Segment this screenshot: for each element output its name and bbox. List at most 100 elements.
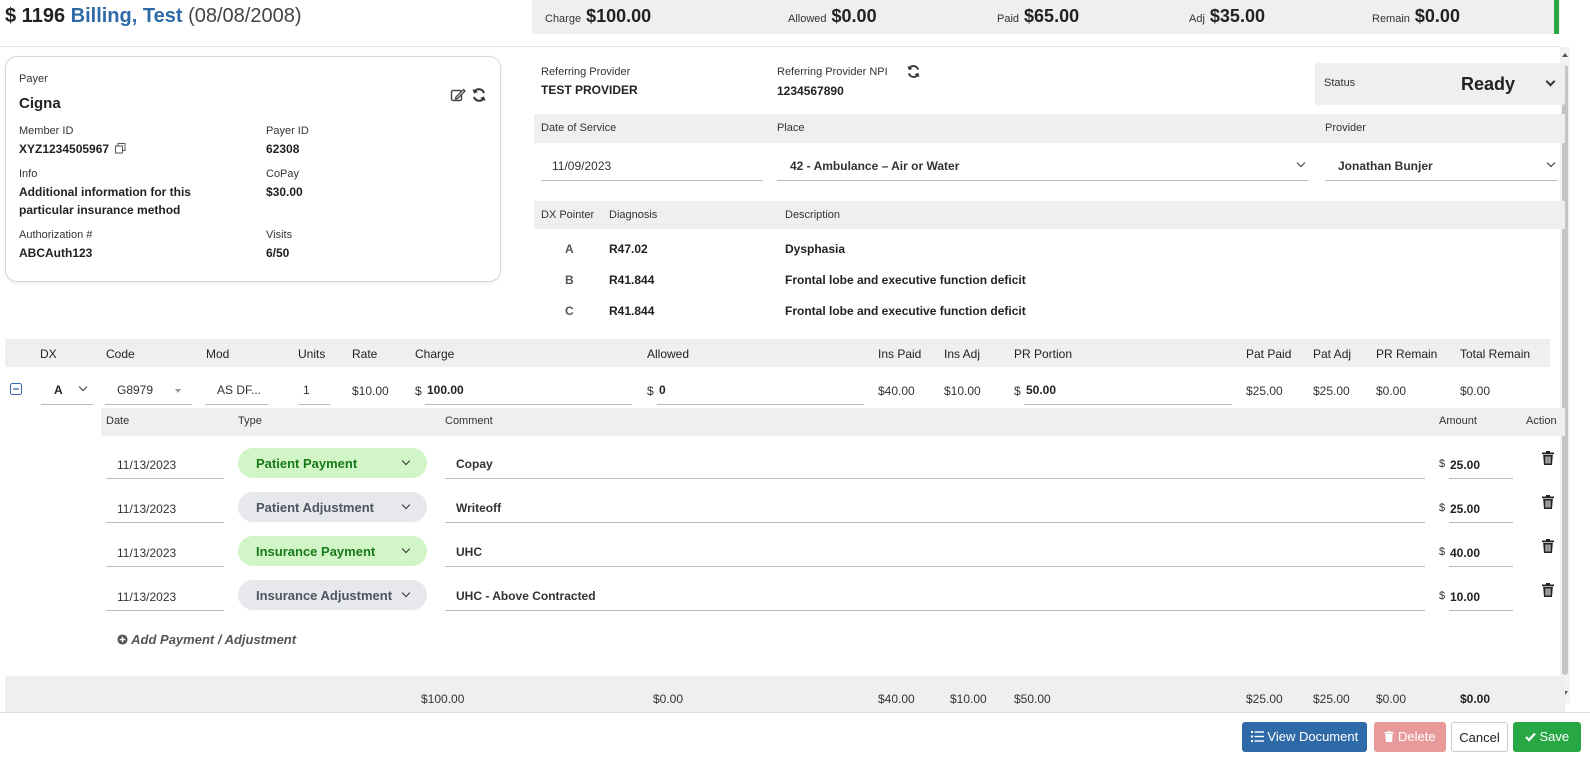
payments-header — [101, 408, 1565, 436]
payment-date-field[interactable]: 11/13/2023 — [106, 532, 224, 567]
view-document-button[interactable]: View Document — [1242, 722, 1367, 752]
code-select[interactable]: G8979 — [105, 376, 192, 405]
dx-select[interactable]: A — [41, 376, 93, 405]
save-label: Save — [1539, 729, 1570, 744]
payment-type-select[interactable]: Patient Adjustment — [238, 492, 427, 522]
referring-npi-label: Referring Provider NPI — [777, 66, 888, 78]
payment-amount-field[interactable]: 40.00 — [1449, 532, 1513, 567]
charge-field[interactable]: 100.00 — [425, 376, 632, 405]
payment-amount-field[interactable]: 25.00 — [1449, 444, 1513, 479]
trash-icon[interactable] — [1542, 451, 1554, 465]
allowed-field[interactable]: 0 — [657, 376, 864, 405]
view-document-label: View Document — [1267, 729, 1359, 744]
scrollbar-thumb[interactable] — [1562, 65, 1568, 675]
status-select[interactable]: Status Ready — [1315, 63, 1565, 105]
dx-pointer: C — [565, 304, 574, 318]
payment-date-field[interactable]: 11/13/2023 — [106, 488, 224, 523]
payment-amount-prefix: $ — [1439, 502, 1446, 514]
trash-icon[interactable] — [1542, 583, 1554, 597]
header-rate: Rate — [352, 347, 378, 361]
summary-accent — [1554, 0, 1559, 34]
npi-refresh-icon[interactable] — [906, 64, 921, 79]
payer-id-label: Payer ID — [266, 125, 309, 137]
info-line-1: Additional information for this — [19, 185, 191, 199]
payment-amount-header: Amount — [1439, 415, 1477, 427]
total-ins-adj: $10.00 — [950, 692, 987, 706]
payment-date-field[interactable]: 11/13/2023 — [106, 576, 224, 611]
patient-name-link[interactable]: Billing, Test — [71, 5, 183, 27]
payment-amount-field[interactable]: 25.00 — [1449, 488, 1513, 523]
payment-amount-prefix: $ — [1439, 590, 1446, 602]
units-field[interactable]: 1 — [298, 376, 330, 405]
payment-type-select[interactable]: Insurance Payment — [238, 536, 427, 566]
edit-icon[interactable] — [450, 87, 466, 103]
payment-comment-field[interactable]: Writeoff — [445, 488, 1425, 523]
copy-icon[interactable] — [115, 143, 126, 154]
payment-amount-field[interactable]: 10.00 — [1449, 576, 1513, 611]
header-divider — [0, 46, 1560, 47]
place-value: 42 - Ambulance – Air or Water — [790, 159, 960, 173]
total-pr-remain: $0.00 — [1376, 692, 1407, 706]
payment-date-field[interactable]: 11/13/2023 — [106, 444, 224, 479]
scrollbar-track[interactable] — [1560, 47, 1570, 703]
payment-amount: 40.00 — [1450, 546, 1481, 560]
header-ins-adj: Ins Adj — [944, 347, 981, 361]
diagnosis-header-label: Diagnosis — [609, 209, 658, 221]
trash-icon[interactable] — [1542, 539, 1554, 553]
summary-label: Allowed — [788, 13, 827, 25]
chevron-down-icon — [401, 456, 411, 466]
payment-comment-field[interactable]: Copay — [445, 444, 1425, 479]
summary-label: Adj — [1189, 13, 1205, 25]
payment-comment-field[interactable]: UHC - Above Contracted — [445, 576, 1425, 611]
patient-id: $ 1196 — [5, 5, 66, 27]
pat-paid-value: $25.00 — [1246, 384, 1283, 398]
charge-value: 100.00 — [427, 383, 464, 397]
dos-label: Date of Service — [541, 122, 617, 134]
total-allowed: $0.00 — [653, 692, 684, 706]
allowed-prefix: $ — [647, 384, 654, 398]
plus-circle-icon — [117, 634, 128, 645]
patient-dob: (08/08/2008) — [188, 5, 302, 27]
add-payment-label: Add Payment / Adjustment — [131, 632, 297, 647]
mod-field[interactable]: AS DF... — [205, 376, 268, 405]
summary-label: Remain — [1372, 13, 1410, 25]
collapse-icon[interactable] — [10, 383, 22, 395]
payment-date: 11/13/2023 — [117, 458, 177, 472]
payment-comment: UHC — [456, 545, 482, 559]
payment-type-select[interactable]: Patient Payment — [238, 448, 427, 478]
place-label: Place — [777, 122, 805, 134]
payment-comment-field[interactable]: UHC — [445, 532, 1425, 567]
delete-button[interactable]: Delete — [1374, 722, 1446, 752]
provider-value: Jonathan Bunjer — [1338, 159, 1433, 173]
scrollbar-up-arrow[interactable] — [1562, 53, 1568, 57]
payment-comment: Copay — [456, 457, 493, 471]
header-pat-paid: Pat Paid — [1246, 347, 1292, 361]
delete-label: Delete — [1398, 729, 1436, 744]
header-dx: DX — [40, 347, 57, 361]
place-select[interactable]: 42 - Ambulance – Air or Water — [777, 152, 1308, 181]
dx-code: R47.02 — [609, 242, 648, 256]
provider-select[interactable]: Jonathan Bunjer — [1325, 152, 1558, 181]
ins-paid-value: $40.00 — [878, 384, 915, 398]
summary-item: Allowed $0.00 — [788, 6, 877, 27]
service-header — [534, 114, 1565, 143]
trash-icon[interactable] — [1542, 495, 1554, 509]
status-value: Ready — [1461, 74, 1516, 94]
dos-value: 11/09/2023 — [552, 159, 612, 173]
add-payment-link[interactable]: Add Payment / Adjustment — [117, 632, 296, 647]
payment-type-header: Type — [238, 415, 262, 427]
pr-portion-field[interactable]: 50.00 — [1024, 376, 1232, 405]
payer-card: Payer Cigna Member ID XYZ1234505967 Paye… — [5, 56, 501, 282]
allowed-value: 0 — [659, 383, 666, 397]
refresh-icon[interactable] — [471, 87, 487, 103]
payment-type-select[interactable]: Insurance Adjustment — [238, 580, 427, 610]
header-pr-portion: PR Portion — [1014, 347, 1073, 361]
payment-comment-header: Comment — [445, 415, 493, 427]
mod-value: AS DF... — [217, 383, 262, 397]
save-button[interactable]: Save — [1513, 722, 1581, 752]
header-allowed: Allowed — [647, 347, 690, 361]
dx-pointer: B — [565, 273, 574, 287]
cancel-button[interactable]: Cancel — [1451, 722, 1508, 752]
dos-field[interactable]: 11/09/2023 — [541, 152, 763, 181]
summary-value: $65.00 — [1024, 6, 1080, 26]
